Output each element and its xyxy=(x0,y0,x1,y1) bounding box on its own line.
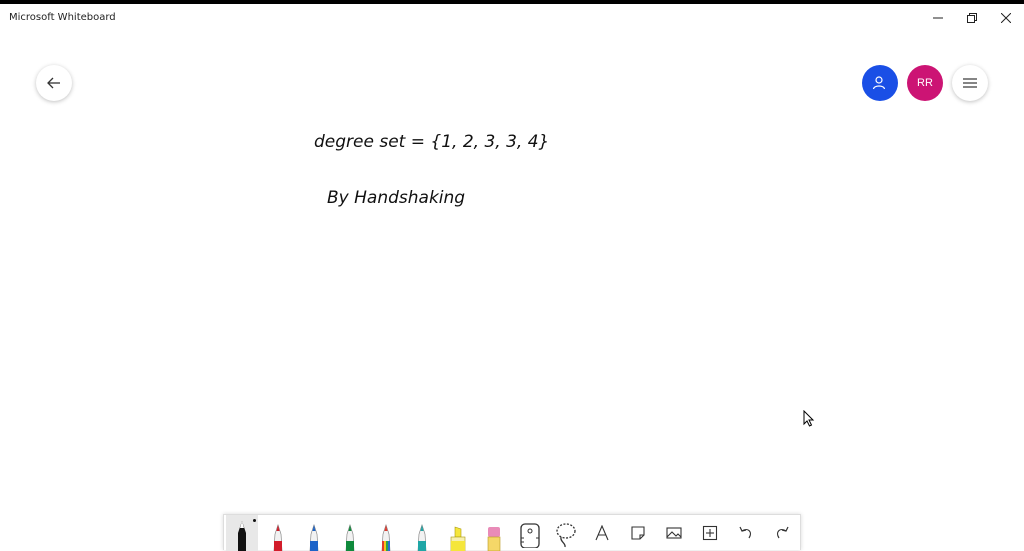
avatar[interactable]: RR xyxy=(907,65,943,101)
tool-teal-pen[interactable] xyxy=(406,515,438,551)
plus-box-icon xyxy=(702,525,718,541)
green-pen-icon xyxy=(345,524,355,551)
lasso-icon xyxy=(556,523,576,548)
minimize-button[interactable] xyxy=(921,4,955,32)
inking-toolbar xyxy=(223,514,801,551)
share-button[interactable] xyxy=(862,65,898,101)
undo-icon xyxy=(739,526,752,539)
teal-pen-icon xyxy=(417,524,427,551)
tool-green-pen[interactable] xyxy=(334,515,366,551)
ink-line-degree-set: degree set = {1, 2, 3, 3, 4} xyxy=(314,132,549,152)
undo-button[interactable] xyxy=(730,515,762,551)
tool-black-pen[interactable] xyxy=(226,515,258,551)
minimize-icon xyxy=(933,17,943,19)
active-dot xyxy=(253,519,256,522)
tool-text[interactable] xyxy=(586,515,618,551)
tool-insert[interactable] xyxy=(694,515,726,551)
highlighter-icon xyxy=(450,526,466,551)
tool-red-pen[interactable] xyxy=(262,515,294,551)
image-icon xyxy=(666,527,682,539)
redo-button[interactable] xyxy=(766,515,798,551)
rainbow-pen-icon xyxy=(381,524,391,551)
tool-blue-pen[interactable] xyxy=(298,515,330,551)
restore-button[interactable] xyxy=(955,4,989,32)
red-pen-icon xyxy=(273,524,283,551)
avatar-initials: RR xyxy=(917,77,933,89)
tool-highlighter[interactable] xyxy=(442,515,474,551)
tool-eraser[interactable] xyxy=(478,515,510,551)
eraser-icon xyxy=(487,527,501,551)
black-pen-icon xyxy=(238,521,246,551)
close-button[interactable] xyxy=(989,4,1023,32)
close-icon xyxy=(1001,13,1011,23)
whiteboard-canvas[interactable] xyxy=(0,32,1024,550)
back-button[interactable] xyxy=(36,65,72,101)
ruler-icon xyxy=(520,523,540,548)
ink-line-handshaking: By Handshaking xyxy=(327,188,465,208)
tool-lasso[interactable] xyxy=(550,515,582,551)
tool-ruler[interactable] xyxy=(514,515,546,551)
blue-pen-icon xyxy=(309,524,319,551)
tool-sticky-note[interactable] xyxy=(622,515,654,551)
tool-image[interactable] xyxy=(658,515,690,551)
hamburger-icon xyxy=(963,78,977,88)
app-title: Microsoft Whiteboard xyxy=(9,12,116,23)
mouse-cursor-icon xyxy=(803,410,815,427)
arrow-left-icon xyxy=(47,77,60,89)
restore-icon xyxy=(967,13,977,23)
tool-rainbow-pen[interactable] xyxy=(370,515,402,551)
title-bar: Microsoft Whiteboard xyxy=(0,0,1024,32)
text-icon xyxy=(595,525,609,541)
sticky-note-icon xyxy=(631,526,645,540)
menu-button[interactable] xyxy=(952,65,988,101)
ink-strokes[interactable]: degree set = {1, 2, 3, 3, 4} By Handshak… xyxy=(300,115,600,225)
redo-icon xyxy=(776,526,789,539)
add-person-icon xyxy=(872,76,886,90)
